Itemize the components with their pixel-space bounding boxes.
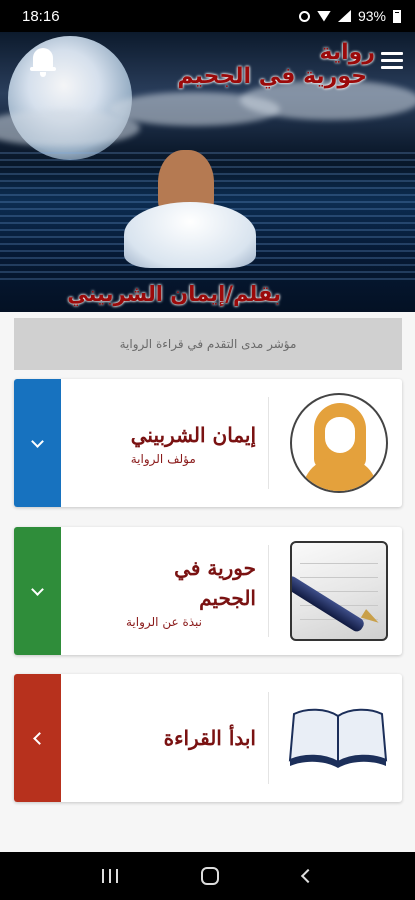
author-texts: إيمان الشربيني مؤلف الرواية: [131, 379, 256, 507]
chevron-down-icon: [31, 434, 44, 448]
back-icon[interactable]: [301, 868, 316, 884]
header-banner: رواية حورية في الجحيم بقلم/إيمان الشربين…: [0, 32, 415, 312]
status-bar: 18:16 93%: [0, 0, 415, 32]
novel-title: حورية في الجحيم: [177, 64, 367, 89]
author-avatar: [290, 393, 388, 493]
about-subtitle: نبذة عن الرواية: [126, 615, 202, 629]
divider: [268, 692, 269, 784]
woman-figure-image: [120, 150, 260, 270]
alarm-icon: [298, 10, 310, 22]
home-icon[interactable]: [201, 867, 220, 885]
divider: [268, 545, 269, 637]
battery-level: 93%: [357, 8, 386, 24]
recents-icon[interactable]: [101, 869, 118, 883]
expand-author-button[interactable]: [14, 379, 61, 507]
author-subtitle: مؤلف الرواية: [130, 452, 196, 466]
chevron-left-icon: [33, 731, 46, 745]
status-time: 18:16: [22, 7, 60, 25]
start-reading-label: ابدأ القراءة: [163, 726, 256, 750]
wifi-icon: [316, 10, 331, 22]
novel-label: رواية: [319, 40, 375, 65]
battery-icon: [393, 9, 401, 23]
author-card[interactable]: إيمان الشربيني مؤلف الرواية: [14, 379, 402, 507]
chevron-down-icon: [31, 582, 44, 596]
system-nav-bar: [0, 852, 415, 900]
signal-icon: [337, 10, 351, 22]
author-credit: بقلم/إيمان الشربيني: [67, 282, 281, 306]
pen-writing-image: [290, 541, 388, 641]
start-reading-button[interactable]: [14, 674, 61, 802]
start-reading-card[interactable]: ابدأ القراءة: [14, 674, 402, 802]
start-reading-texts: ابدأ القراءة: [164, 674, 256, 802]
reading-progress-bar: مؤشر مدى التقدم في قراءة الرواية: [14, 318, 402, 370]
progress-label: مؤشر مدى التقدم في قراءة الرواية: [119, 337, 297, 351]
expand-about-button[interactable]: [14, 527, 61, 655]
menu-icon[interactable]: [381, 52, 403, 72]
cloud-image: [0, 110, 140, 146]
about-novel-card[interactable]: حورية في الجحيم نبذة عن الرواية: [14, 527, 402, 655]
divider: [268, 397, 269, 489]
open-book-icon: [288, 708, 388, 768]
about-texts: حورية في الجحيم نبذة عن الرواية: [126, 527, 256, 655]
novel-name: حورية في الجحيم: [174, 556, 256, 610]
bell-icon[interactable]: [30, 48, 56, 78]
status-icons: 93%: [298, 8, 401, 24]
author-name: إيمان الشربيني: [130, 423, 256, 447]
